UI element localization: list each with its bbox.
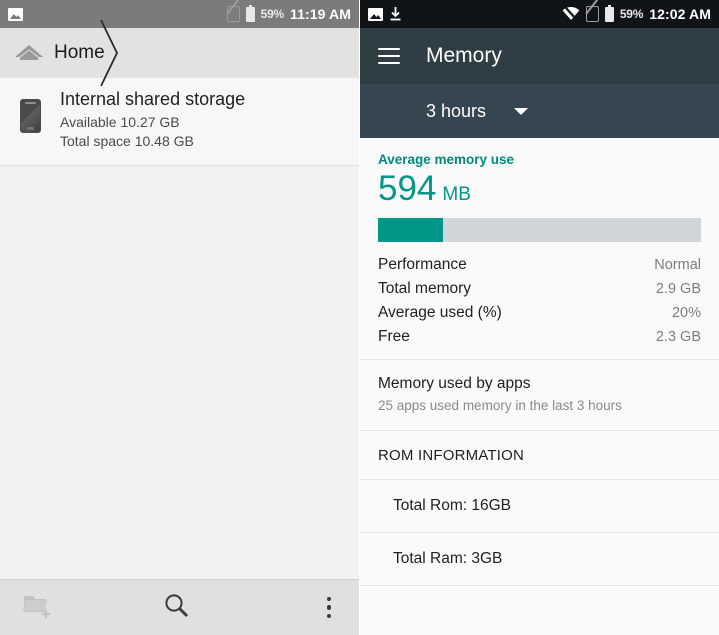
status-bar-system-icons-right: 59% 12:02 AM [562, 4, 711, 22]
battery-icon [604, 4, 614, 22]
storage-icon-container [0, 87, 60, 133]
home-icon [14, 44, 44, 62]
memory-content: Average memory use 594 MB Performance No… [360, 138, 719, 635]
status-bar-right: 59% 12:02 AM [360, 0, 719, 28]
status-bar-system-icons: 59% 11:19 AM [226, 4, 351, 22]
new-folder-icon [22, 591, 56, 624]
list-item-memory-used-by-apps[interactable]: Memory used by apps 25 apps used memory … [360, 360, 719, 431]
file-manager-screen: 59% 11:19 AM Home Internal shared storag… [0, 0, 360, 635]
overflow-menu-button[interactable] [228, 580, 359, 635]
stat-row-free: Free 2.3 GB [378, 325, 701, 349]
average-memory-label: Average memory use [378, 152, 515, 167]
list-item-total-rom[interactable]: Total Rom: 16GB [360, 480, 719, 533]
page-title: Memory [426, 44, 502, 67]
average-memory-card: Average memory use 594 MB Performance No… [360, 138, 719, 360]
image-icon [8, 7, 23, 21]
search-button[interactable] [125, 580, 228, 635]
memory-progress-fill [378, 218, 443, 242]
stat-key: Performance [378, 256, 467, 273]
time-range-spinner[interactable]: 3 hours [360, 84, 719, 138]
clock-label: 12:02 AM [649, 6, 711, 22]
apps-block-subtitle: 25 apps used memory in the last 3 hours [378, 398, 622, 413]
file-list-empty-area [0, 166, 359, 579]
hamburger-menu-icon[interactable] [378, 48, 400, 64]
stat-key: Free [378, 328, 410, 345]
memory-progress-bar [378, 218, 701, 242]
breadcrumb-item-home[interactable]: Home [0, 28, 105, 78]
time-range-selected-label: 3 hours [426, 100, 487, 121]
stat-row-total-memory: Total memory 2.9 GB [378, 277, 701, 301]
storage-available-label: Available 10.27 GB [60, 114, 180, 130]
stat-key: Total memory [378, 280, 472, 297]
stat-value: Normal [654, 257, 701, 273]
dual-screenshot-container: 59% 11:19 AM Home Internal shared storag… [0, 0, 719, 635]
status-bar-left: 59% 11:19 AM [0, 0, 359, 28]
battery-percent-label: 59% [619, 7, 644, 21]
stat-row-average-used: Average used (%) 20% [378, 301, 701, 325]
download-icon [389, 6, 402, 22]
phone-icon [19, 99, 41, 133]
breadcrumb-separator-icon [95, 19, 125, 87]
stat-value: 20% [671, 305, 701, 321]
wifi-off-icon [562, 6, 580, 21]
sim-off-icon [226, 6, 240, 22]
average-memory-unit: MB [442, 184, 471, 205]
average-memory-number: 594 [378, 169, 437, 208]
storage-title: Internal shared storage [60, 89, 246, 109]
battery-percent-label: 59% [260, 7, 285, 21]
breadcrumb: Home [0, 19, 359, 87]
battery-icon [245, 4, 255, 22]
chevron-down-icon [514, 107, 529, 115]
stat-row-performance: Performance Normal [378, 253, 701, 277]
memory-settings-screen: 59% 12:02 AM Memory 3 hours Average memo… [360, 0, 719, 635]
app-bar: Memory [360, 28, 719, 84]
bottom-toolbar [0, 579, 359, 635]
list-item-internal-storage[interactable]: Internal shared storage Available 10.27 … [0, 78, 359, 166]
status-bar-notification-icons [8, 7, 227, 21]
clock-label: 11:19 AM [290, 6, 351, 22]
search-icon [163, 592, 190, 624]
image-icon [368, 7, 383, 21]
stat-key: Average used (%) [378, 304, 502, 321]
section-header-rom-information: ROM INFORMATION [360, 431, 719, 480]
overflow-menu-icon [326, 596, 331, 619]
list-item-total-ram[interactable]: Total Ram: 3GB [360, 533, 719, 586]
storage-total-label: Total space 10.48 GB [60, 133, 194, 149]
average-memory-value-group: 594 MB [378, 169, 701, 209]
apps-block-title: Memory used by apps [378, 375, 531, 392]
storage-text-block: Internal shared storage Available 10.27 … [60, 87, 359, 151]
stat-value: 2.3 GB [655, 329, 701, 345]
stat-value: 2.9 GB [655, 281, 701, 297]
status-bar-notification-icons-right [368, 6, 562, 22]
new-folder-button[interactable] [0, 580, 125, 635]
sim-off-icon [585, 6, 599, 22]
